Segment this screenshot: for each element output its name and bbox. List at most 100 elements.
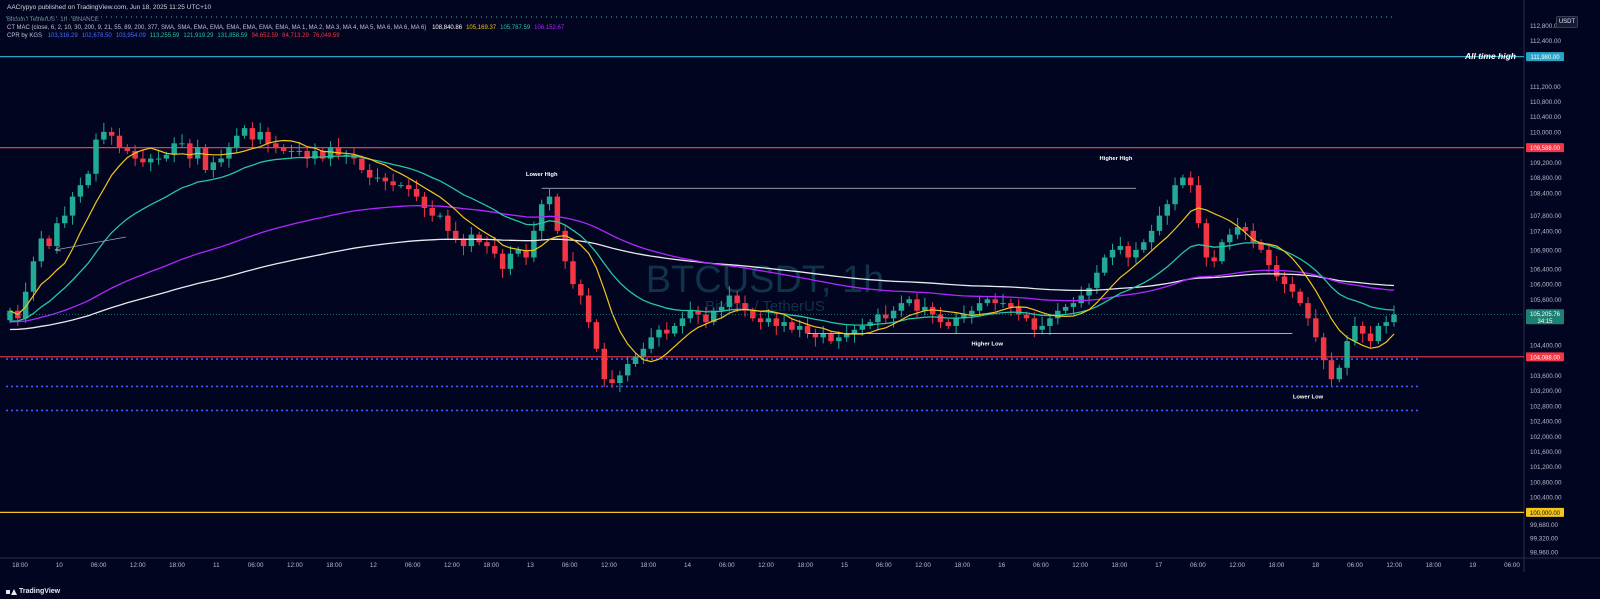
candle-body-67: [531, 230, 537, 258]
candle-body-70: [554, 196, 561, 231]
candle-body-125: [984, 299, 991, 304]
ma-indicator-line[interactable]: CT MAC (close, 6, 2, 10, 30, 200, 9, 21,…: [7, 25, 564, 31]
candle-body-31: [249, 128, 256, 140]
candle-body-14: [116, 135, 123, 148]
candle-body-46: [366, 169, 373, 178]
x-tick-27: 12:00: [1072, 562, 1088, 569]
candle-body-130: [1023, 314, 1030, 319]
annotation-higher-low: Higher Low: [971, 342, 1003, 348]
candle-body-104: [820, 333, 826, 338]
candle-body-167: [1313, 318, 1319, 338]
candle-countdown: 34:15: [1537, 319, 1553, 325]
y-tick-24: 100,800.00: [1530, 479, 1562, 486]
x-tick-2: 06:00: [91, 562, 107, 569]
candle-body-115: [906, 299, 912, 304]
candle-body-4: [38, 238, 45, 262]
candle-body-76: [601, 348, 607, 380]
x-tick-8: 18:00: [326, 562, 342, 569]
candle-body-137: [1078, 295, 1084, 304]
y-tick-26: 99,680.00: [1530, 522, 1559, 529]
x-tick-3: 12:00: [130, 562, 146, 569]
x-tick-17: 14: [684, 562, 692, 569]
x-tick-37: 19: [1469, 562, 1477, 569]
candle-body-73: [578, 284, 584, 296]
y-tick-7: 108,800.00: [1530, 175, 1562, 182]
annotation-all-time-high: All time high: [1464, 51, 1516, 61]
candle-body-176: [1383, 322, 1389, 326]
watermark-subtitle: Bitcoin / TetherUS: [705, 298, 825, 315]
candle-body-169: [1328, 360, 1335, 380]
candle-body-75: [593, 322, 600, 349]
candle-body-6: [54, 223, 60, 247]
candle-body-132: [1039, 325, 1045, 330]
candle-body-166: [1305, 303, 1311, 319]
candle-body-72: [570, 261, 576, 285]
y-tick-17: 103,600.00: [1530, 373, 1562, 380]
cpr-value-3: 113,255.59: [149, 33, 180, 39]
cpr-value-2: 103,954.09: [115, 33, 146, 39]
candle-body-174: [1367, 333, 1374, 342]
x-tick-16: 18:00: [640, 562, 656, 569]
candle-body-101: [797, 325, 803, 330]
candle-body-140: [1101, 257, 1108, 273]
current-price-label: 105,205.76: [1530, 312, 1561, 318]
candle-body-151: [1187, 177, 1194, 186]
candle-body-154: [1211, 257, 1217, 262]
candle-body-98: [773, 318, 780, 326]
candle-body-19: [155, 158, 162, 160]
x-tick-5: 11: [213, 562, 220, 569]
candle-body-170: [1336, 367, 1343, 380]
candle-body-50: [398, 185, 404, 187]
candle-body-126: [992, 299, 998, 304]
candle-body-99: [781, 322, 787, 326]
price-level-label-0: 111,980.00: [1530, 55, 1560, 61]
candle-body-121: [953, 318, 959, 326]
y-tick-21: 102,000.00: [1530, 434, 1562, 441]
candle-body-63: [499, 253, 506, 269]
symbol-line[interactable]: Bitcoin / TetherUS · 1h · BINANCE: [7, 17, 99, 23]
candle-body-102: [804, 325, 811, 334]
x-tick-33: 18: [1312, 562, 1320, 569]
candle-body-93: [734, 295, 740, 304]
x-tick-21: 15: [841, 562, 849, 569]
candle-body-56: [445, 215, 451, 231]
candle-body-155: [1219, 242, 1225, 262]
currency-button[interactable]: USDT: [1556, 16, 1578, 28]
candle-body-135: [1062, 306, 1069, 311]
candle-body-114: [898, 303, 905, 311]
cpr-indicator-line[interactable]: CPR by KGS 103,316.29 102,678.50 103,954.0…: [7, 33, 340, 39]
x-tick-34: 06:00: [1347, 562, 1363, 569]
candle-body-61: [484, 242, 490, 247]
candle-body-108: [851, 329, 858, 334]
y-tick-27: 99,320.00: [1530, 536, 1559, 543]
candle-body-18: [148, 158, 154, 163]
candle-body-13: [108, 131, 115, 136]
y-tick-16: 104,400.00: [1530, 342, 1562, 349]
candle-body-96: [757, 318, 764, 323]
tradingview-logo-icon: [6, 588, 17, 595]
x-tick-20: 18:00: [797, 562, 813, 569]
y-tick-11: 106,900.00: [1530, 247, 1562, 254]
price-level-label-2: 104,088.00: [1530, 355, 1561, 361]
candle-body-3: [30, 261, 37, 292]
candle-body-129: [1015, 306, 1022, 315]
x-tick-38: 06:00: [1504, 562, 1520, 569]
candle-body-103: [812, 333, 819, 338]
x-tick-25: 16: [998, 562, 1006, 569]
annotation-higher-high: Higher High: [1100, 156, 1133, 162]
candle-body-12: [101, 131, 107, 140]
candle-body-45: [359, 158, 365, 170]
publisher-line: AACrypyo published on TradingView.com, J…: [7, 4, 212, 11]
candle-body-149: [1172, 185, 1178, 205]
candle-body-106: [836, 337, 842, 342]
candle-body-27: [218, 158, 224, 163]
cpr-value-0: 103,316.29: [47, 33, 78, 39]
price-chart[interactable]: BTCUSDT, 1hBitcoin / TetherUS 111,980.00 1…: [0, 0, 1600, 599]
candle-body-17: [140, 158, 146, 163]
candle-body-112: [883, 314, 889, 319]
candle-body-82: [648, 337, 654, 349]
candle-body-84: [664, 329, 670, 334]
candle-body-65: [515, 249, 521, 254]
candle-body-35: [280, 147, 287, 151]
candle-body-79: [624, 363, 631, 376]
